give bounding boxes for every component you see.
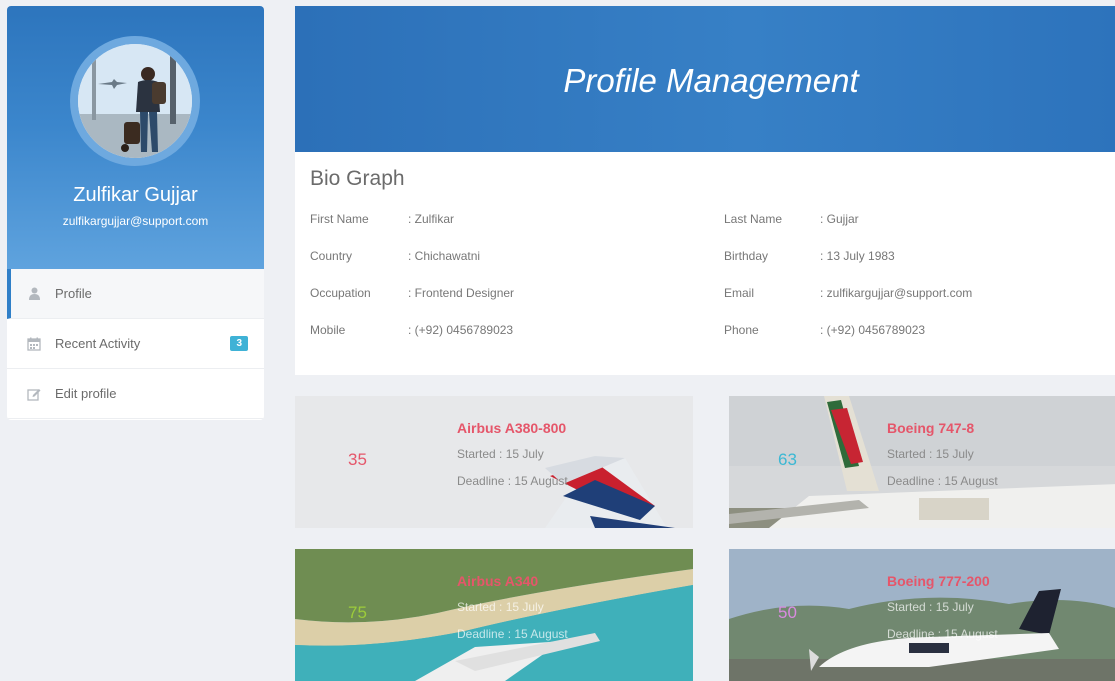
- user-name: Zulfikar Gujjar: [73, 184, 198, 206]
- avatar-ring: [70, 36, 200, 166]
- bio-value: : (+92) 0456789023: [408, 323, 514, 337]
- bio-graph-title: Bio Graph: [310, 167, 405, 190]
- bio-label: First Name: [310, 212, 369, 226]
- bio-value: : Zulfikar: [408, 212, 455, 226]
- profile-banner: Profile Management: [295, 6, 1115, 152]
- menu-item-profile[interactable]: Profile: [7, 269, 264, 319]
- avatar[interactable]: [78, 44, 192, 158]
- project-card[interactable]: 75 Airbus A340 Started : 15 July Deadlin…: [295, 549, 693, 681]
- user-email: zulfikargujjar@support.com: [62, 214, 209, 228]
- project-deadline: Deadline : 15 August: [887, 627, 998, 641]
- project-start-date: Started : 15 July: [887, 600, 974, 614]
- avatar-photo: [78, 44, 192, 158]
- bio-label: Country: [310, 249, 353, 263]
- bio-value: : 13 July 1983: [820, 249, 895, 263]
- profile-header: Zulfikar Gujjar zulfikargujjar@support.c…: [7, 6, 264, 269]
- project-start-date: Started : 15 July: [457, 447, 544, 461]
- project-card[interactable]: 63 Boeing 747-8 Started : 15 July Deadli…: [725, 396, 1115, 528]
- bio-label: Phone: [724, 323, 759, 337]
- project-start-date: Started : 15 July: [457, 600, 544, 614]
- project-deadline: Deadline : 15 August: [457, 474, 568, 488]
- project-progress-number: 75: [348, 603, 367, 622]
- calendar-icon: [27, 337, 41, 351]
- bio-label: Last Name: [724, 212, 783, 226]
- bio-graph-panel: Bio Graph First Name : Zulfikar Last Nam…: [295, 152, 1115, 375]
- bio-value: : Frontend Designer: [408, 286, 515, 300]
- bio-value: : Gujjar: [820, 212, 859, 226]
- bio-value: : Chichawatni: [408, 249, 481, 263]
- bio-label: Email: [724, 286, 755, 300]
- project-progress-number: 63: [778, 450, 797, 469]
- project-deadline: Deadline : 15 August: [457, 627, 568, 641]
- bio-value: : zulfikargujjar@support.com: [820, 286, 973, 300]
- activity-count-badge: 3: [230, 336, 248, 351]
- project-card[interactable]: 35 Airbus A380-800 Started : 15 July Dea…: [295, 396, 693, 528]
- project-title[interactable]: Airbus A340: [457, 573, 538, 589]
- profile-menu: Profile Recent Activity 3 Edit profile: [7, 269, 264, 419]
- user-icon: [27, 287, 41, 301]
- menu-item-edit-profile[interactable]: Edit profile: [7, 369, 264, 419]
- project-progress-number: 35: [348, 450, 367, 469]
- project-title[interactable]: Boeing 777-200: [887, 573, 990, 589]
- menu-item-recent-activity[interactable]: Recent Activity 3: [7, 319, 264, 369]
- menu-item-label: Recent Activity: [55, 336, 141, 351]
- menu-item-label: Edit profile: [55, 386, 117, 401]
- project-progress-number: 50: [778, 603, 797, 622]
- project-title[interactable]: Boeing 747-8: [887, 420, 974, 436]
- bio-value: : (+92) 0456789023: [820, 323, 926, 337]
- project-title[interactable]: Airbus A380-800: [457, 420, 566, 436]
- bio-label: Occupation: [310, 286, 371, 300]
- bio-label: Mobile: [310, 323, 346, 337]
- edit-icon: [27, 387, 41, 401]
- menu-item-label: Profile: [55, 286, 92, 301]
- project-card[interactable]: 50 Boeing 777-200 Started : 15 July Dead…: [725, 549, 1115, 681]
- project-deadline: Deadline : 15 August: [887, 474, 998, 488]
- bio-label: Birthday: [724, 249, 769, 263]
- project-start-date: Started : 15 July: [887, 447, 974, 461]
- profile-sidebar: Zulfikar Gujjar zulfikargujjar@support.c…: [7, 6, 264, 420]
- page-title: Profile Management: [563, 62, 859, 99]
